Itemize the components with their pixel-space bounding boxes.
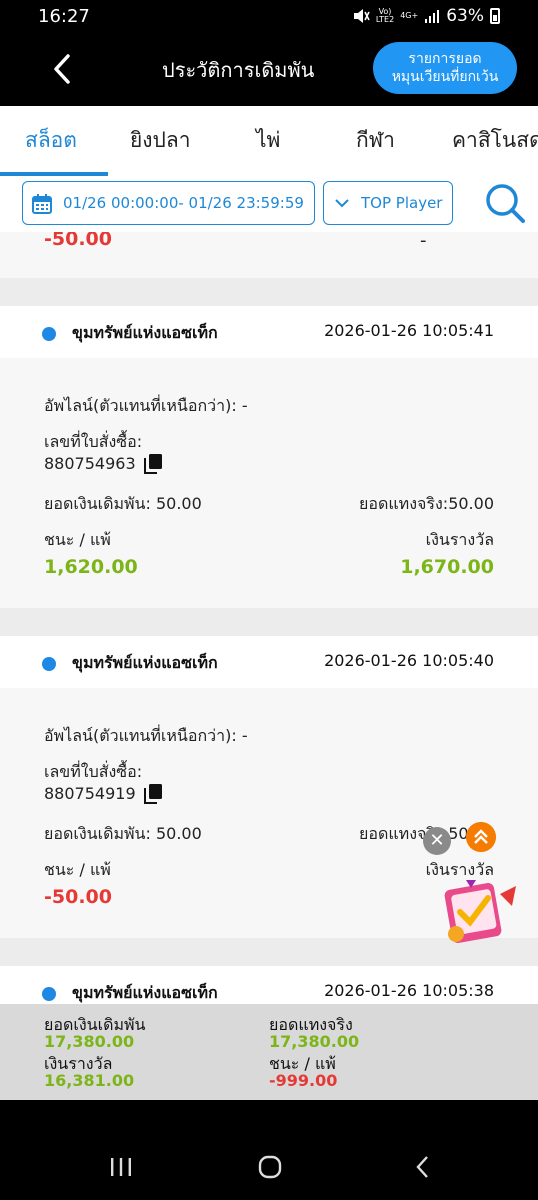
winloss-value: -50.00 [44,232,112,250]
date-range-text: 01/26 00:00:00- 01/26 23:59:59 [63,194,304,212]
search-icon[interactable] [484,182,526,224]
player-select[interactable]: TOP Player [323,181,453,225]
network-indicator: 4G+ [400,11,419,20]
order-label: เลขที่ใบสั่งซื้อ: [44,432,143,451]
status-dot [42,327,56,341]
status-time: 16:27 [38,6,90,27]
home-icon[interactable] [257,1154,283,1180]
back-nav-icon[interactable] [410,1154,436,1180]
summary-winloss-value: -999.00 [269,1071,338,1090]
player-select-text: TOP Player [361,194,443,212]
status-dot [42,987,56,1001]
partial-record: -50.00 - [0,232,538,278]
scroll-top-icon[interactable] [466,822,496,852]
summary-prize-value: 16,381.00 [44,1071,135,1090]
bet-amount: ยอดเงินเดิมพัน: 50.00 [44,824,202,843]
chevron-down-icon [335,199,349,208]
recent-apps-icon[interactable] [108,1154,134,1180]
order-number: 880754963 [44,454,136,473]
bet-time: 2026-01-26 10:05:41 [324,321,494,340]
tab-cards[interactable]: ไพ่ [256,124,280,157]
upline-text: อัพไลน์(ตัวแทนที่เหนือกว่า): - [44,726,248,745]
prize-label: เงินรางวัล [425,530,494,549]
order-number: 880754919 [44,784,136,803]
summary-actual-value: 17,380.00 [269,1032,360,1051]
app-header: ประวัติการเดิมพัน รายการยอด หมุนเวียนที่… [0,34,538,106]
battery-percent: 63% [446,6,484,26]
status-dot [42,657,56,671]
copy-icon[interactable] [144,454,162,474]
upline-text: อัพไลน์(ตัวแทนที่เหนือกว่า): - [44,396,248,415]
date-range-picker[interactable]: 01/26 00:00:00- 01/26 23:59:59 [22,181,315,225]
tab-live-casino[interactable]: คาสิโนสด [452,124,538,157]
winloss-label: ชนะ / แพ้ [44,860,111,879]
page-title: ประวัติการเดิมพัน [162,58,315,82]
mute-icon [353,9,370,23]
record-header[interactable]: ขุมทรัพย์แห่งแอซเท็ก 2026-01-26 10:05:41 [0,306,538,358]
signal-icon [425,10,440,23]
summary-bet-value: 17,380.00 [44,1032,135,1051]
battery-icon [490,8,500,24]
bet-amount: ยอดเงินเดิมพัน: 50.00 [44,494,202,513]
prize-value: - [420,232,427,251]
system-nav-bar [0,1100,538,1200]
winloss-value: -50.00 [44,886,112,908]
record-header[interactable]: ขุมทรัพย์แห่งแอซเท็ก 2026-01-26 10:05:40 [0,636,538,688]
tab-slot[interactable]: สล็อต [25,124,77,157]
game-name: ขุมทรัพย์แห่งแอซเท็ก [72,323,218,342]
game-name: ขุมทรัพย์แห่งแอซเท็ก [72,983,218,1002]
status-bar: 16:27 Vo) LTE2 4G+ 63% [0,0,538,34]
filter-bar: 01/26 00:00:00- 01/26 23:59:59 TOP Playe… [0,176,538,232]
category-tabs: สล็อต ยิงปลา ไพ่ กีฬา คาสิโนสด [0,106,538,176]
calendar-icon [32,194,52,214]
bet-time: 2026-01-26 10:05:40 [324,651,494,670]
order-label: เลขที่ใบสั่งซื้อ: [44,762,143,781]
bet-time: 2026-01-26 10:05:38 [324,981,494,1000]
record-body: อัพไลน์(ตัวแทนที่เหนือกว่า): - เลขที่ใบส… [0,358,538,608]
tab-fishing[interactable]: ยิงปลา [130,124,191,157]
winloss-label: ชนะ / แพ้ [44,530,111,549]
excluded-turnover-button[interactable]: รายการยอด หมุนเวียนที่ยกเว้น [373,42,517,94]
promo-gift-icon[interactable] [442,876,522,946]
prize-value: 1,670.00 [400,556,494,578]
record-header[interactable]: ขุมทรัพย์แห่งแอซเท็ก 2026-01-26 10:05:38 [0,966,538,1004]
copy-icon[interactable] [144,784,162,804]
winloss-value: 1,620.00 [44,556,138,578]
back-arrow-icon[interactable] [48,52,78,86]
close-promo-button[interactable]: ✕ [423,827,451,855]
volte-indicator: Vo) LTE2 [375,7,395,24]
actual-bet: ยอดแทงจริง:50.00 [358,494,494,513]
status-icons: Vo) LTE2 4G+ 63% [352,6,500,26]
game-name: ขุมทรัพย์แห่งแอซเท็ก [72,653,218,672]
tab-sports[interactable]: กีฬา [356,124,395,157]
summary-panel: ยอดเงินเดิมพัน 17,380.00 เงินรางวัล 16,3… [0,1004,538,1100]
